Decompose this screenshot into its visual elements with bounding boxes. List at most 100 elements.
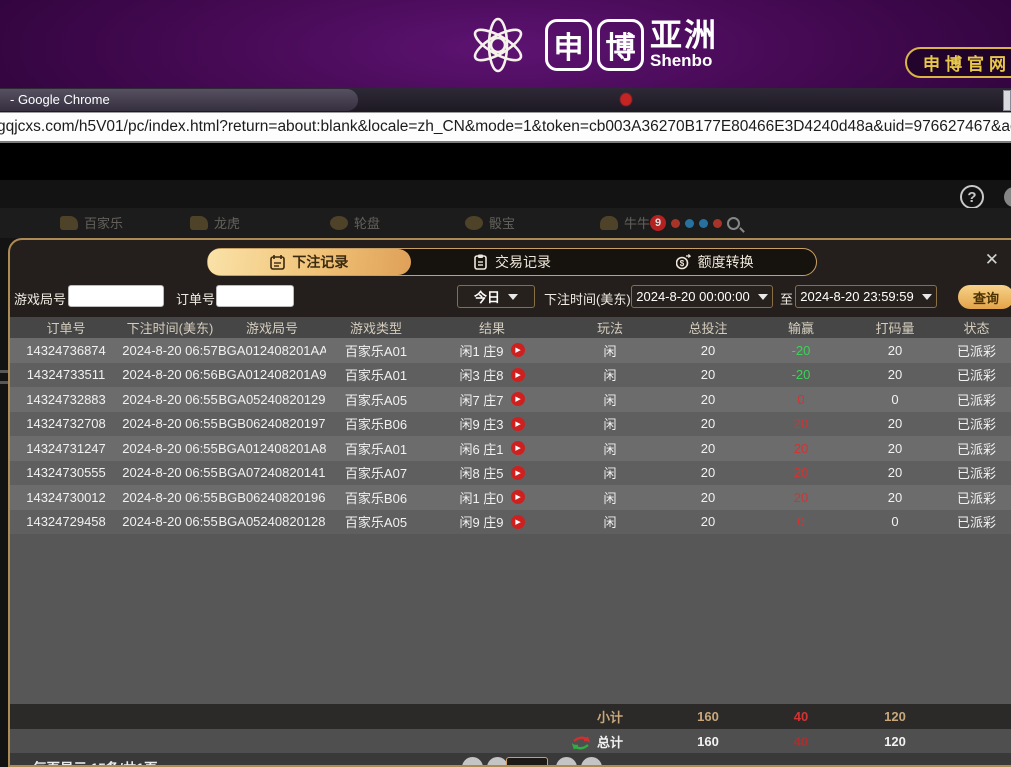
- official-site-button[interactable]: 申博官网: [905, 47, 1011, 78]
- bet-time: 2024-8-20 06:55: [122, 489, 218, 505]
- close-icon[interactable]: ✕: [985, 251, 999, 268]
- play-icon[interactable]: ▶: [510, 367, 525, 382]
- result-text: 闲6 庄1: [459, 441, 504, 457]
- tab-label: 交易记录: [495, 254, 551, 270]
- last-page-button[interactable]: [581, 757, 602, 765]
- lobby-item-dragon-tiger[interactable]: 龙虎: [190, 213, 240, 232]
- play-type: 闲: [603, 466, 617, 482]
- prev-page-button[interactable]: [487, 757, 508, 765]
- total-win-loss: 40: [793, 733, 809, 749]
- window-title: - Google Chrome: [10, 92, 110, 107]
- chevron-down-icon: [921, 293, 932, 300]
- gear-icon[interactable]: [1004, 187, 1011, 207]
- turnover: 20: [887, 416, 903, 432]
- page-number-input[interactable]: [506, 757, 548, 765]
- next-page-button[interactable]: [556, 757, 577, 765]
- first-page-button[interactable]: [462, 757, 483, 765]
- lobby-item-sicbo[interactable]: 骰宝: [465, 213, 515, 232]
- play-type: 闲: [603, 392, 617, 408]
- col-header: 状态: [963, 321, 990, 336]
- status: 已派彩: [956, 441, 996, 457]
- modal-tabs: 下注记录 交易记录 $ 额度转换: [207, 248, 817, 276]
- magnifier-icon[interactable]: [727, 216, 740, 230]
- play-type: 闲: [603, 515, 617, 531]
- notification-dot: [620, 93, 632, 106]
- round-id: BGB06240820197: [218, 416, 326, 432]
- tab-bet-records[interactable]: 下注记录: [208, 249, 411, 275]
- total-bet: 20: [700, 465, 716, 481]
- lobby-item-bull[interactable]: 牛牛: [600, 213, 650, 232]
- game-round-input[interactable]: [68, 285, 164, 307]
- play-type: 闲: [603, 417, 617, 433]
- start-time-select[interactable]: 2024-8-20 00:00:00: [631, 285, 773, 308]
- table-row: 14324736874 2024-8-20 06:57 BGA012408201…: [10, 338, 1011, 363]
- lobby-item-baccarat[interactable]: 百家乐: [60, 213, 123, 232]
- end-time-select[interactable]: 2024-8-20 23:59:59: [795, 285, 937, 308]
- order-id: 14324730555: [26, 465, 106, 481]
- round-id: BGA05240820128: [218, 514, 326, 530]
- logo-char-box: 申: [545, 19, 592, 71]
- col-header: 订单号: [46, 321, 86, 336]
- window-frame-sliver: [1003, 90, 1011, 111]
- status: 已派彩: [956, 490, 996, 506]
- col-header: 游戏局号: [245, 321, 298, 336]
- col-header: 下注时间(美东): [126, 321, 214, 336]
- result-text: 闲1 庄0: [459, 490, 504, 506]
- total-bet: 20: [700, 416, 716, 432]
- table-row: 14324732883 2024-8-20 06:55 BGA052408201…: [10, 387, 1011, 412]
- tab-transaction-records[interactable]: 交易记录: [411, 249, 614, 275]
- turnover: 0: [891, 391, 899, 407]
- lobby-item-roulette[interactable]: 轮盘: [330, 213, 380, 232]
- game-type: 百家乐B06: [344, 490, 408, 506]
- date-range-select[interactable]: 今日: [457, 285, 535, 308]
- turnover: 20: [887, 367, 903, 383]
- order-id: 14324730012: [26, 489, 106, 505]
- play-icon[interactable]: ▶: [510, 490, 525, 505]
- order-input[interactable]: [216, 285, 294, 307]
- play-icon[interactable]: ▶: [510, 514, 525, 529]
- end-time-value: 2024-8-20 23:59:59: [800, 289, 914, 304]
- status: 已派彩: [956, 515, 996, 531]
- table-row: 14324731247 2024-8-20 06:55 BGA012408201…: [10, 436, 1011, 461]
- bet-records-modal: 下注记录 交易记录 $ 额度转换 ✕ 游戏局号 订单号 今日 下注时间(美东) …: [8, 238, 1011, 767]
- table-status-group: 9: [650, 208, 740, 238]
- play-icon[interactable]: ▶: [510, 441, 525, 456]
- play-type: 闲: [603, 343, 617, 359]
- game-round-label: 游戏局号: [14, 292, 67, 307]
- total-bet: 20: [700, 367, 716, 383]
- refresh-icon[interactable]: [572, 735, 590, 751]
- lobby-item-label: 百家乐: [84, 216, 124, 231]
- col-header: 游戏类型: [349, 321, 402, 336]
- play-icon[interactable]: ▶: [510, 465, 525, 480]
- game-type: 百家乐A05: [344, 392, 408, 408]
- table-empty-area: [10, 534, 1011, 704]
- help-icon[interactable]: ?: [960, 185, 984, 209]
- win-loss: 20: [793, 465, 809, 481]
- play-icon[interactable]: ▶: [510, 416, 525, 431]
- order-id: 14324729458: [26, 514, 106, 530]
- search-button[interactable]: 查询: [958, 285, 1011, 309]
- tab-credit-transfer[interactable]: $ 额度转换: [613, 249, 816, 275]
- bead-dot: [713, 218, 722, 228]
- win-loss: -20: [791, 367, 811, 383]
- result-text: 闲7 庄7: [459, 392, 504, 408]
- bet-time: 2024-8-20 06:56: [122, 367, 218, 383]
- col-header: 玩法: [596, 321, 623, 336]
- table-header: 订单号 下注时间(美东) 游戏局号 游戏类型 结果 玩法 总投注 输赢 打码量 …: [10, 317, 1011, 338]
- order-id: 14324733511: [26, 367, 106, 383]
- bet-time: 2024-8-20 06:57: [122, 342, 218, 358]
- play-icon[interactable]: ▶: [510, 343, 525, 358]
- screen: 申 博 亚洲 Shenbo 申博官网 - Google Chrome gqjcx…: [0, 0, 1011, 767]
- turnover: 20: [887, 489, 903, 505]
- tab-label: 下注记录: [292, 254, 349, 270]
- bead-dot: [671, 218, 680, 228]
- flower-logo-icon: [473, 17, 523, 73]
- bull-icon: [600, 215, 618, 230]
- subtotal-row: 小计 160 40 120: [10, 704, 1011, 729]
- bead-dot: [685, 218, 694, 228]
- url-bar[interactable]: gqjcxs.com/h5V01/pc/index.html?return=ab…: [0, 112, 1011, 143]
- play-icon[interactable]: ▶: [510, 392, 525, 407]
- divider-strip: [0, 143, 1011, 180]
- lobby-item-label: 骰宝: [489, 216, 516, 231]
- url-text[interactable]: gqjcxs.com/h5V01/pc/index.html?return=ab…: [0, 118, 1011, 136]
